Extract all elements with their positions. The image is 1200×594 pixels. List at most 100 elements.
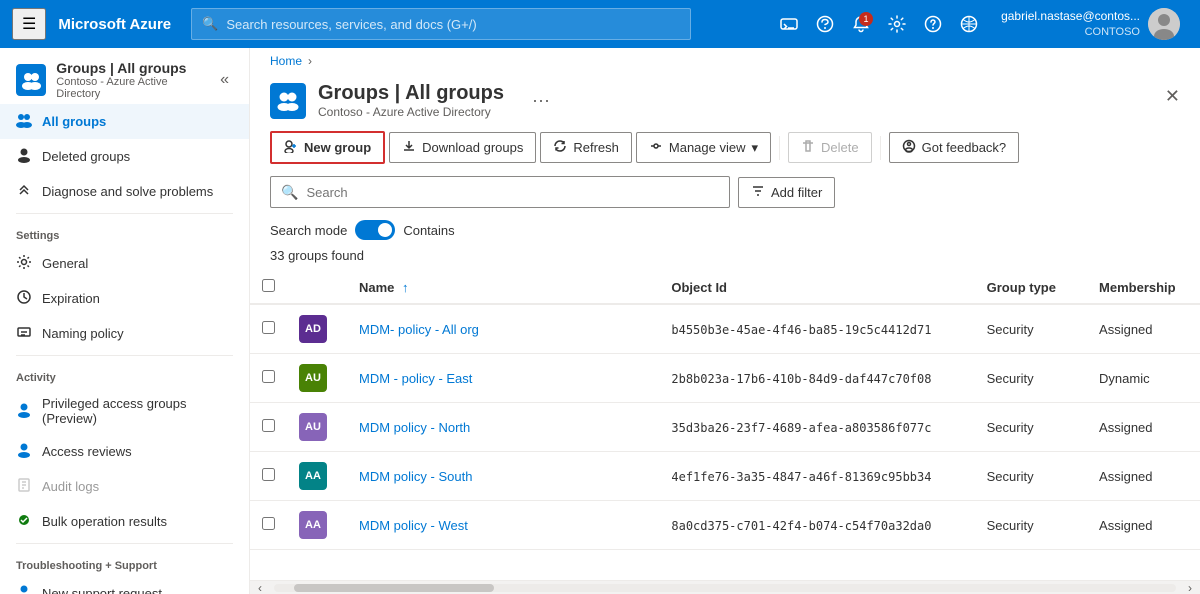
col-avatar-header xyxy=(287,271,347,304)
table-row: AA MDM policy - South 4ef1fe76-3a35-4847… xyxy=(250,452,1200,501)
search-mode-toggle[interactable] xyxy=(355,220,395,240)
select-all-checkbox[interactable] xyxy=(262,279,275,292)
sidebar-item-diagnose[interactable]: Diagnose and solve problems xyxy=(0,174,249,209)
add-filter-button[interactable]: Add filter xyxy=(738,177,835,208)
col-grouptype-header[interactable]: Group type xyxy=(975,271,1087,304)
row-membership-cell: Assigned xyxy=(1087,501,1200,550)
row-checkbox[interactable] xyxy=(262,370,275,383)
row-name-cell: MDM - policy - East xyxy=(347,354,659,403)
row-objectid-cell: 8a0cd375-c701-42f4-b074-c54f70a32da0 xyxy=(659,501,974,550)
page-icon xyxy=(270,83,306,119)
feedback-icon-2 xyxy=(902,139,916,156)
directory-icon[interactable] xyxy=(953,8,985,40)
sidebar-item-expiration[interactable]: Expiration xyxy=(0,281,249,316)
sidebar-divider-1 xyxy=(16,213,233,214)
notification-badge: 1 xyxy=(859,12,873,26)
user-menu[interactable]: gabriel.nastase@contos... CONTOSO xyxy=(993,8,1188,40)
search-input[interactable] xyxy=(306,185,719,200)
row-objectid-cell: b4550b3e-45ae-4f46-ba85-19c5c4412d71 xyxy=(659,304,974,354)
sidebar-item-label: Audit logs xyxy=(42,479,99,494)
sort-arrow-icon: ↑ xyxy=(402,280,409,295)
download-groups-button[interactable]: Download groups xyxy=(389,132,536,163)
row-checkbox-cell[interactable] xyxy=(250,403,287,452)
group-name-link[interactable]: MDM - policy - East xyxy=(359,371,472,386)
settings-icon[interactable] xyxy=(881,8,913,40)
page-header: Groups | All groups Contoso - Azure Acti… xyxy=(250,74,1200,131)
page-title: Groups | All groups xyxy=(318,82,504,105)
page-header-text: Groups | All groups Contoso - Azure Acti… xyxy=(318,82,504,119)
row-avatar-cell: AU xyxy=(287,403,347,452)
row-avatar-cell: AA xyxy=(287,501,347,550)
sidebar-item-label: Privileged access groups (Preview) xyxy=(42,396,233,426)
search-mode-label: Search mode xyxy=(270,223,347,238)
object-id-value: b4550b3e-45ae-4f46-ba85-19c5c4412d71 xyxy=(671,323,931,337)
col-membership-header[interactable]: Membership xyxy=(1087,271,1200,304)
row-checkbox[interactable] xyxy=(262,517,275,530)
search-input-container[interactable]: 🔍 xyxy=(270,176,730,208)
hamburger-menu[interactable]: ☰ xyxy=(12,8,46,40)
delete-button[interactable]: Delete xyxy=(788,132,872,163)
more-options-button[interactable]: ··· xyxy=(524,86,558,115)
row-checkbox[interactable] xyxy=(262,419,275,432)
brand-logo: Microsoft Azure xyxy=(54,16,183,33)
sidebar-item-bulk-operations[interactable]: Bulk operation results xyxy=(0,504,249,539)
manage-view-button[interactable]: Manage view ▾ xyxy=(636,132,771,163)
got-feedback-button[interactable]: Got feedback? xyxy=(889,132,1020,163)
scroll-thumb[interactable] xyxy=(294,584,494,592)
table-header-row: Name ↑ Object Id Group type Membership xyxy=(250,271,1200,304)
breadcrumb: Home › xyxy=(250,48,1200,74)
refresh-button[interactable]: Refresh xyxy=(540,132,632,163)
scroll-left-arrow[interactable]: ‹ xyxy=(250,581,270,594)
sidebar-collapse-button[interactable]: « xyxy=(216,67,233,93)
sidebar-item-label: Bulk operation results xyxy=(42,514,167,529)
table-row: AD MDM- policy - All org b4550b3e-45ae-4… xyxy=(250,304,1200,354)
result-count: 33 groups found xyxy=(250,246,1200,271)
avatar xyxy=(1148,8,1180,40)
global-search-bar[interactable]: 🔍 Search resources, services, and docs (… xyxy=(191,8,691,40)
col-name-header[interactable]: Name ↑ xyxy=(347,271,659,304)
refresh-label: Refresh xyxy=(573,140,619,155)
row-checkbox-cell[interactable] xyxy=(250,452,287,501)
sidebar-item-access-reviews[interactable]: Access reviews xyxy=(0,434,249,469)
refresh-icon xyxy=(553,139,567,156)
add-filter-label: Add filter xyxy=(771,185,822,200)
sidebar-item-privileged-access[interactable]: Privileged access groups (Preview) xyxy=(0,388,249,434)
sidebar-item-deleted-groups[interactable]: Deleted groups xyxy=(0,139,249,174)
group-avatar: AU xyxy=(299,413,327,441)
row-checkbox-cell[interactable] xyxy=(250,501,287,550)
privileged-access-icon xyxy=(16,402,32,421)
filter-icon xyxy=(751,184,765,201)
sidebar-item-naming-policy[interactable]: Naming policy xyxy=(0,316,249,351)
scroll-track[interactable] xyxy=(274,584,1176,592)
topnav-icon-group: 1 xyxy=(773,8,985,40)
cloud-shell-icon[interactable] xyxy=(773,8,805,40)
help-icon[interactable] xyxy=(917,8,949,40)
group-name-link[interactable]: MDM policy - North xyxy=(359,420,470,435)
got-feedback-label: Got feedback? xyxy=(922,140,1007,155)
sidebar-item-general[interactable]: General xyxy=(0,246,249,281)
scroll-right-arrow[interactable]: › xyxy=(1180,581,1200,594)
row-objectid-cell: 4ef1fe76-3a35-4847-a46f-81369c95bb34 xyxy=(659,452,974,501)
group-name-link[interactable]: MDM policy - South xyxy=(359,469,472,484)
close-button[interactable]: ✕ xyxy=(1165,86,1180,107)
row-checkbox[interactable] xyxy=(262,321,275,334)
group-name-link[interactable]: MDM policy - West xyxy=(359,518,468,533)
sidebar-item-new-support[interactable]: New support request xyxy=(0,576,249,594)
table-row: AU MDM policy - North 35d3ba26-23f7-4689… xyxy=(250,403,1200,452)
row-checkbox-cell[interactable] xyxy=(250,304,287,354)
col-objectid-header[interactable]: Object Id xyxy=(659,271,974,304)
sidebar-item-all-groups[interactable]: All groups xyxy=(0,104,249,139)
search-mode-value: Contains xyxy=(403,223,454,238)
breadcrumb-home[interactable]: Home xyxy=(270,54,302,68)
row-checkbox-cell[interactable] xyxy=(250,354,287,403)
horizontal-scrollbar[interactable]: ‹ › xyxy=(250,580,1200,594)
new-group-button[interactable]: New group xyxy=(270,131,385,164)
sidebar-item-label: New support request xyxy=(42,586,162,594)
feedback-icon[interactable] xyxy=(809,8,841,40)
notifications-icon[interactable]: 1 xyxy=(845,8,877,40)
settings-section-label: Settings xyxy=(0,218,249,246)
row-checkbox[interactable] xyxy=(262,468,275,481)
membership-value: Assigned xyxy=(1099,469,1152,484)
group-name-link[interactable]: MDM- policy - All org xyxy=(359,322,479,337)
select-all-header[interactable] xyxy=(250,271,287,304)
